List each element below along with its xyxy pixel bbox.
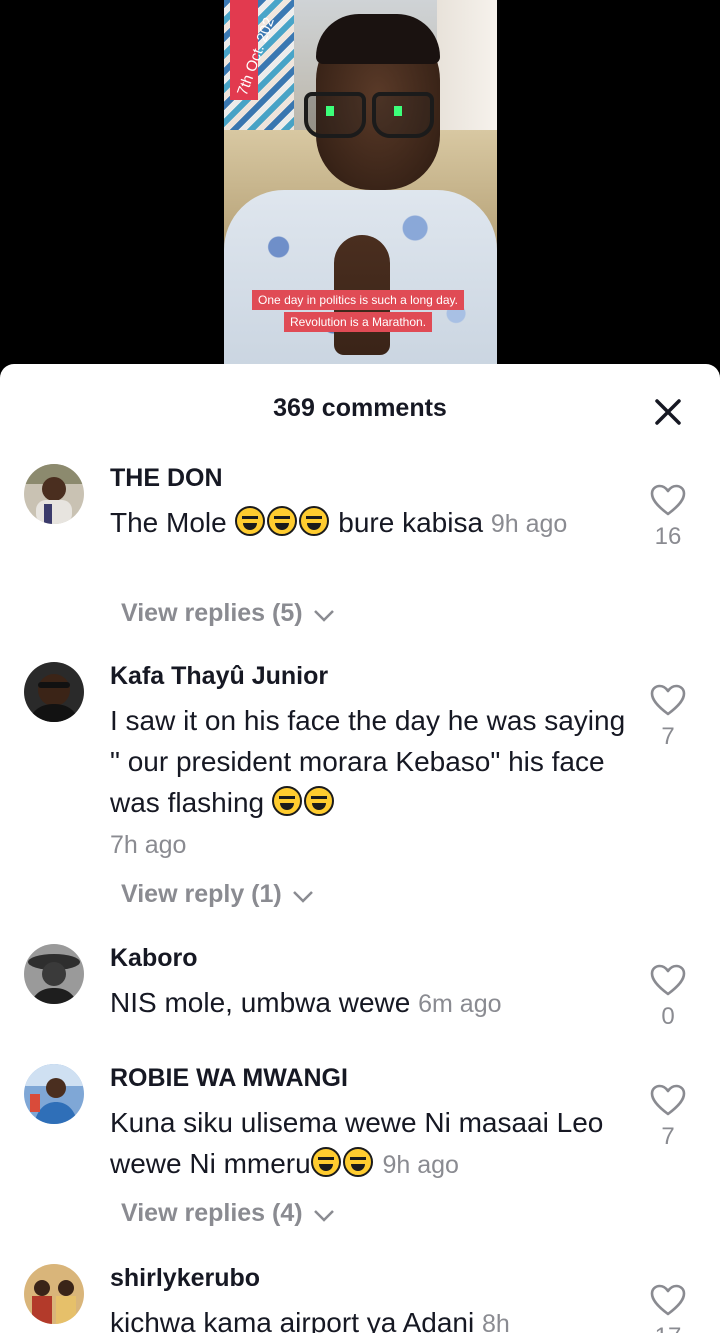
- video-caption: One day in politics is such a long day. …: [242, 290, 474, 334]
- like-count: 7: [661, 723, 675, 750]
- comment-time: 7h ago: [110, 831, 187, 859]
- like-button[interactable]: 17: [644, 1284, 692, 1333]
- avatar[interactable]: [24, 1264, 84, 1324]
- like-count: 16: [654, 523, 682, 550]
- video-frame: 7th Oct. 202 One day in politics is such…: [224, 0, 497, 380]
- comment-text: NIS mole, umbwa wewe 6m ago: [110, 982, 630, 1025]
- avatar[interactable]: [24, 464, 84, 524]
- video-player[interactable]: 7th Oct. 202 One day in politics is such…: [0, 0, 720, 380]
- view-replies-label: View reply (1): [121, 880, 282, 908]
- like-button[interactable]: 0: [644, 964, 692, 1031]
- comment-item: ROBIE WA MWANGI Kuna siku ulisema wewe N…: [0, 1064, 720, 1244]
- comment-item: Kaboro NIS mole, umbwa wewe 6m ago 0: [0, 944, 720, 1034]
- heart-icon: [650, 964, 686, 996]
- comment-time: 6m ago: [418, 990, 502, 1018]
- grinning-emoji-icon: [310, 1147, 341, 1177]
- comment-text: Kuna siku ulisema wewe Ni masaai Leo wew…: [110, 1102, 630, 1186]
- close-icon[interactable]: [650, 394, 686, 430]
- comment-time: 9h ago: [382, 1151, 459, 1179]
- caption-line-2: Revolution is a Marathon.: [283, 312, 433, 332]
- laughing-emoji-icon: [266, 506, 297, 536]
- comment-count: 369 comments: [273, 394, 447, 422]
- chevron-down-icon: [292, 891, 313, 903]
- date-tag: 7th Oct. 202: [230, 0, 278, 100]
- comment-body-continued: bure kabisa: [338, 507, 484, 538]
- comment-item: THE DON The Mole bure kabisa 9h ago View…: [0, 464, 720, 644]
- avatar[interactable]: [24, 944, 84, 1004]
- comment-text: kichwa kama airport ya Adani 8h: [110, 1302, 630, 1333]
- view-replies-label: View replies (5): [121, 599, 303, 627]
- grinning-emoji-icon: [342, 1147, 373, 1177]
- comment-time: 8h: [481, 1310, 510, 1333]
- heart-icon: [650, 484, 686, 516]
- sweat-smile-emoji-icon: [271, 786, 302, 816]
- comment-username[interactable]: Kaboro: [110, 944, 198, 973]
- like-count: 7: [661, 1123, 675, 1150]
- like-button[interactable]: 7: [644, 1084, 692, 1151]
- window-background: [437, 0, 497, 150]
- caption-line-1: One day in politics is such a long day.: [252, 290, 464, 310]
- like-button[interactable]: 7: [644, 684, 692, 751]
- speaker-hair: [316, 14, 440, 64]
- view-replies-button[interactable]: View replies (4): [121, 1199, 336, 1228]
- comment-body: The Mole: [110, 507, 227, 538]
- avatar[interactable]: [24, 662, 84, 722]
- comment-body: NIS mole, umbwa wewe: [110, 987, 411, 1018]
- comment-body: I saw it on his face the day he was sayi…: [110, 705, 626, 818]
- laughing-emoji-icon: [298, 506, 329, 536]
- like-button[interactable]: 16: [644, 484, 692, 551]
- comments-header: 369 comments: [0, 364, 720, 454]
- speaker-glasses: [304, 92, 434, 138]
- comments-sheet: 369 comments THE DON The Mole bure kabis…: [0, 364, 720, 1333]
- view-replies-button[interactable]: View reply (1): [121, 880, 315, 909]
- view-replies-label: View replies (4): [121, 1199, 303, 1227]
- comment-item: Kafa Thayû Junior I saw it on his face t…: [0, 662, 720, 922]
- comment-username[interactable]: shirlykerubo: [110, 1264, 260, 1293]
- chevron-down-icon: [313, 610, 334, 622]
- heart-icon: [650, 1084, 686, 1116]
- view-replies-button[interactable]: View replies (5): [121, 599, 336, 628]
- comment-item: shirlykerubo kichwa kama airport ya Adan…: [0, 1264, 720, 1333]
- comment-text: The Mole bure kabisa 9h ago: [110, 502, 630, 545]
- comment-body: kichwa kama airport ya Adani: [110, 1307, 475, 1333]
- heart-icon: [650, 1284, 686, 1316]
- heart-icon: [650, 684, 686, 716]
- laughing-emoji-icon: [234, 506, 265, 536]
- comment-time: 9h ago: [490, 510, 568, 538]
- sweat-smile-emoji-icon: [303, 786, 334, 816]
- like-count: 0: [661, 1003, 675, 1030]
- comment-text: I saw it on his face the day he was sayi…: [110, 700, 630, 866]
- like-count: 17: [644, 1323, 692, 1333]
- comment-username[interactable]: ROBIE WA MWANGI: [110, 1064, 348, 1093]
- comment-username[interactable]: THE DON: [110, 464, 223, 493]
- avatar[interactable]: [24, 1064, 84, 1124]
- chevron-down-icon: [313, 1210, 334, 1222]
- comment-username[interactable]: Kafa Thayû Junior: [110, 662, 328, 691]
